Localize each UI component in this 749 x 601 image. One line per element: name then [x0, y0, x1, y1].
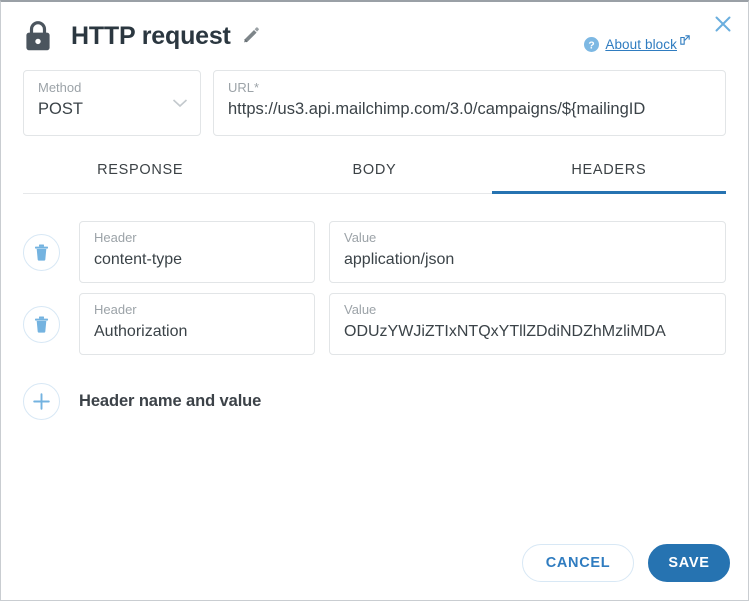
tab-bar: RESPONSE BODY HEADERS — [23, 161, 726, 194]
header-name-value: Authorization — [94, 323, 188, 340]
about-block-link[interactable]: About block — [605, 37, 677, 52]
header-value-value: application/json — [344, 251, 455, 268]
cancel-button[interactable]: CANCEL — [522, 544, 634, 582]
trash-icon — [35, 316, 48, 333]
method-select[interactable]: Method POST — [23, 70, 201, 136]
question-mark-icon: ? — [584, 36, 600, 52]
header-name-label: Header — [94, 302, 137, 317]
add-header-button[interactable] — [23, 383, 60, 420]
http-request-dialog: HTTP request ? About block Method POST U… — [0, 0, 749, 601]
save-button[interactable]: SAVE — [648, 544, 730, 582]
delete-header-button[interactable] — [23, 233, 60, 271]
plus-icon — [33, 393, 50, 410]
url-label: URL* — [228, 80, 260, 95]
header-name-label: Header — [94, 230, 137, 245]
request-fields: Method POST URL* https://us3.api.mailchi… — [1, 70, 748, 136]
delete-header-button[interactable] — [23, 305, 60, 343]
close-icon — [715, 16, 731, 32]
add-header-row[interactable]: Header name and value — [1, 365, 748, 420]
dialog-header: HTTP request ? About block — [1, 2, 748, 70]
header-value-label: Value — [344, 302, 377, 317]
external-link-icon — [680, 35, 690, 45]
header-value-input[interactable]: Value ODUzYWJiZTIxNTQxYTllZDdiNDZhMzliMD… — [329, 293, 726, 355]
trash-icon — [35, 244, 48, 261]
dialog-footer: CANCEL SAVE — [522, 544, 730, 582]
method-value: POST — [38, 100, 83, 118]
tab-response[interactable]: RESPONSE — [23, 162, 257, 194]
header-name-input[interactable]: Header content-type — [79, 221, 315, 283]
table-row: Header content-type Value application/js… — [23, 221, 726, 283]
close-button[interactable] — [709, 10, 737, 38]
svg-text:?: ? — [589, 40, 595, 51]
header-name-input[interactable]: Header Authorization — [79, 293, 315, 355]
headers-list: Header content-type Value application/js… — [1, 194, 748, 355]
tab-body[interactable]: BODY — [257, 162, 491, 194]
title-row: HTTP request — [53, 22, 260, 51]
tab-headers[interactable]: HEADERS — [491, 162, 726, 194]
table-row: Header Authorization Value ODUzYWJiZTIxN… — [23, 293, 726, 355]
lock-icon — [26, 21, 50, 51]
chevron-down-icon — [172, 99, 188, 108]
header-name-value: content-type — [94, 251, 183, 268]
page-title: HTTP request — [71, 21, 231, 50]
about-block-wrap[interactable]: ? About block — [584, 35, 690, 53]
method-label: Method — [38, 80, 82, 95]
add-header-label: Header name and value — [79, 392, 262, 410]
url-value: https://us3.api.mailchimp.com/3.0/campai… — [228, 100, 646, 118]
pencil-icon[interactable] — [242, 27, 260, 45]
header-value-input[interactable]: Value application/json — [329, 221, 726, 283]
header-value-label: Value — [344, 230, 377, 245]
url-input[interactable]: URL* https://us3.api.mailchimp.com/3.0/c… — [213, 70, 726, 136]
header-value-value: ODUzYWJiZTIxNTQxYTllZDdiNDZhMzliMDA — [344, 323, 666, 340]
